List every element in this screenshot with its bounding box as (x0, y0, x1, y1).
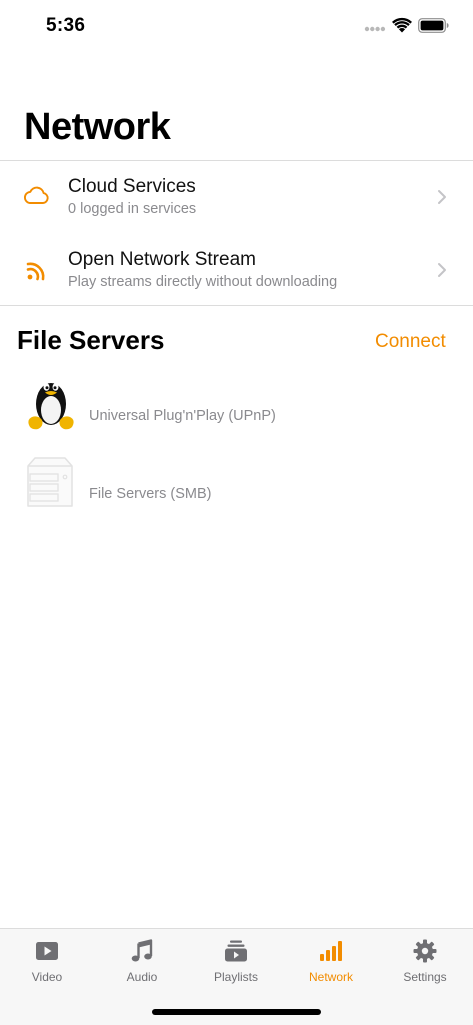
upnp-server-label: Universal Plug'n'Play (UPnP) (89, 408, 276, 424)
video-icon (36, 942, 58, 960)
connect-button[interactable]: Connect (375, 331, 446, 353)
open-network-stream-subtitle: Play streams directly without downloadin… (68, 274, 338, 290)
home-indicator (152, 1009, 321, 1015)
smb-server-item[interactable]: File Servers (SMB) (0, 452, 473, 518)
network-bars-icon (320, 941, 342, 961)
playlists-icon (225, 940, 247, 962)
chevron-right-icon (438, 263, 446, 277)
tab-playlists-label: Playlists (213, 970, 258, 984)
chevron-right-icon (438, 190, 446, 204)
tab-settings[interactable]: Settings (378, 929, 472, 989)
divider (0, 305, 473, 306)
cloud-services-row[interactable]: Cloud Services 0 logged in services (0, 161, 473, 233)
tab-settings-label: Settings (403, 970, 447, 984)
battery-icon (418, 18, 449, 33)
tab-audio-label: Audio (126, 970, 158, 984)
status-bar: 5:36 (0, 0, 473, 50)
file-servers-title: File Servers (17, 325, 165, 355)
open-network-stream-title: Open Network Stream (68, 249, 256, 270)
cellular-signal-icon (364, 26, 386, 32)
tab-network[interactable]: Network (284, 929, 378, 989)
smb-server-label: File Servers (SMB) (89, 486, 212, 502)
tab-audio[interactable]: Audio (95, 929, 189, 989)
cloud-icon (24, 186, 49, 204)
cloud-services-subtitle: 0 logged in services (68, 201, 197, 217)
tab-bar: Video Audio Playlists Network Settings (0, 928, 473, 1025)
wifi-icon (392, 17, 412, 33)
open-network-stream-row[interactable]: Open Network Stream Play streams directl… (0, 233, 473, 305)
page-title: Network (24, 106, 171, 148)
tab-video-label: Video (31, 970, 63, 984)
gear-icon (413, 939, 437, 963)
linux-penguin-icon (28, 383, 74, 430)
music-note-icon (131, 939, 153, 962)
tab-playlists[interactable]: Playlists (189, 929, 283, 989)
cloud-services-title: Cloud Services (68, 176, 196, 197)
tab-video[interactable]: Video (0, 929, 94, 989)
status-time: 5:36 (46, 15, 86, 36)
upnp-server-item[interactable]: Universal Plug'n'Play (UPnP) (0, 372, 473, 438)
tab-network-label: Network (308, 970, 353, 984)
server-icon (27, 457, 73, 507)
rss-icon (26, 262, 45, 281)
